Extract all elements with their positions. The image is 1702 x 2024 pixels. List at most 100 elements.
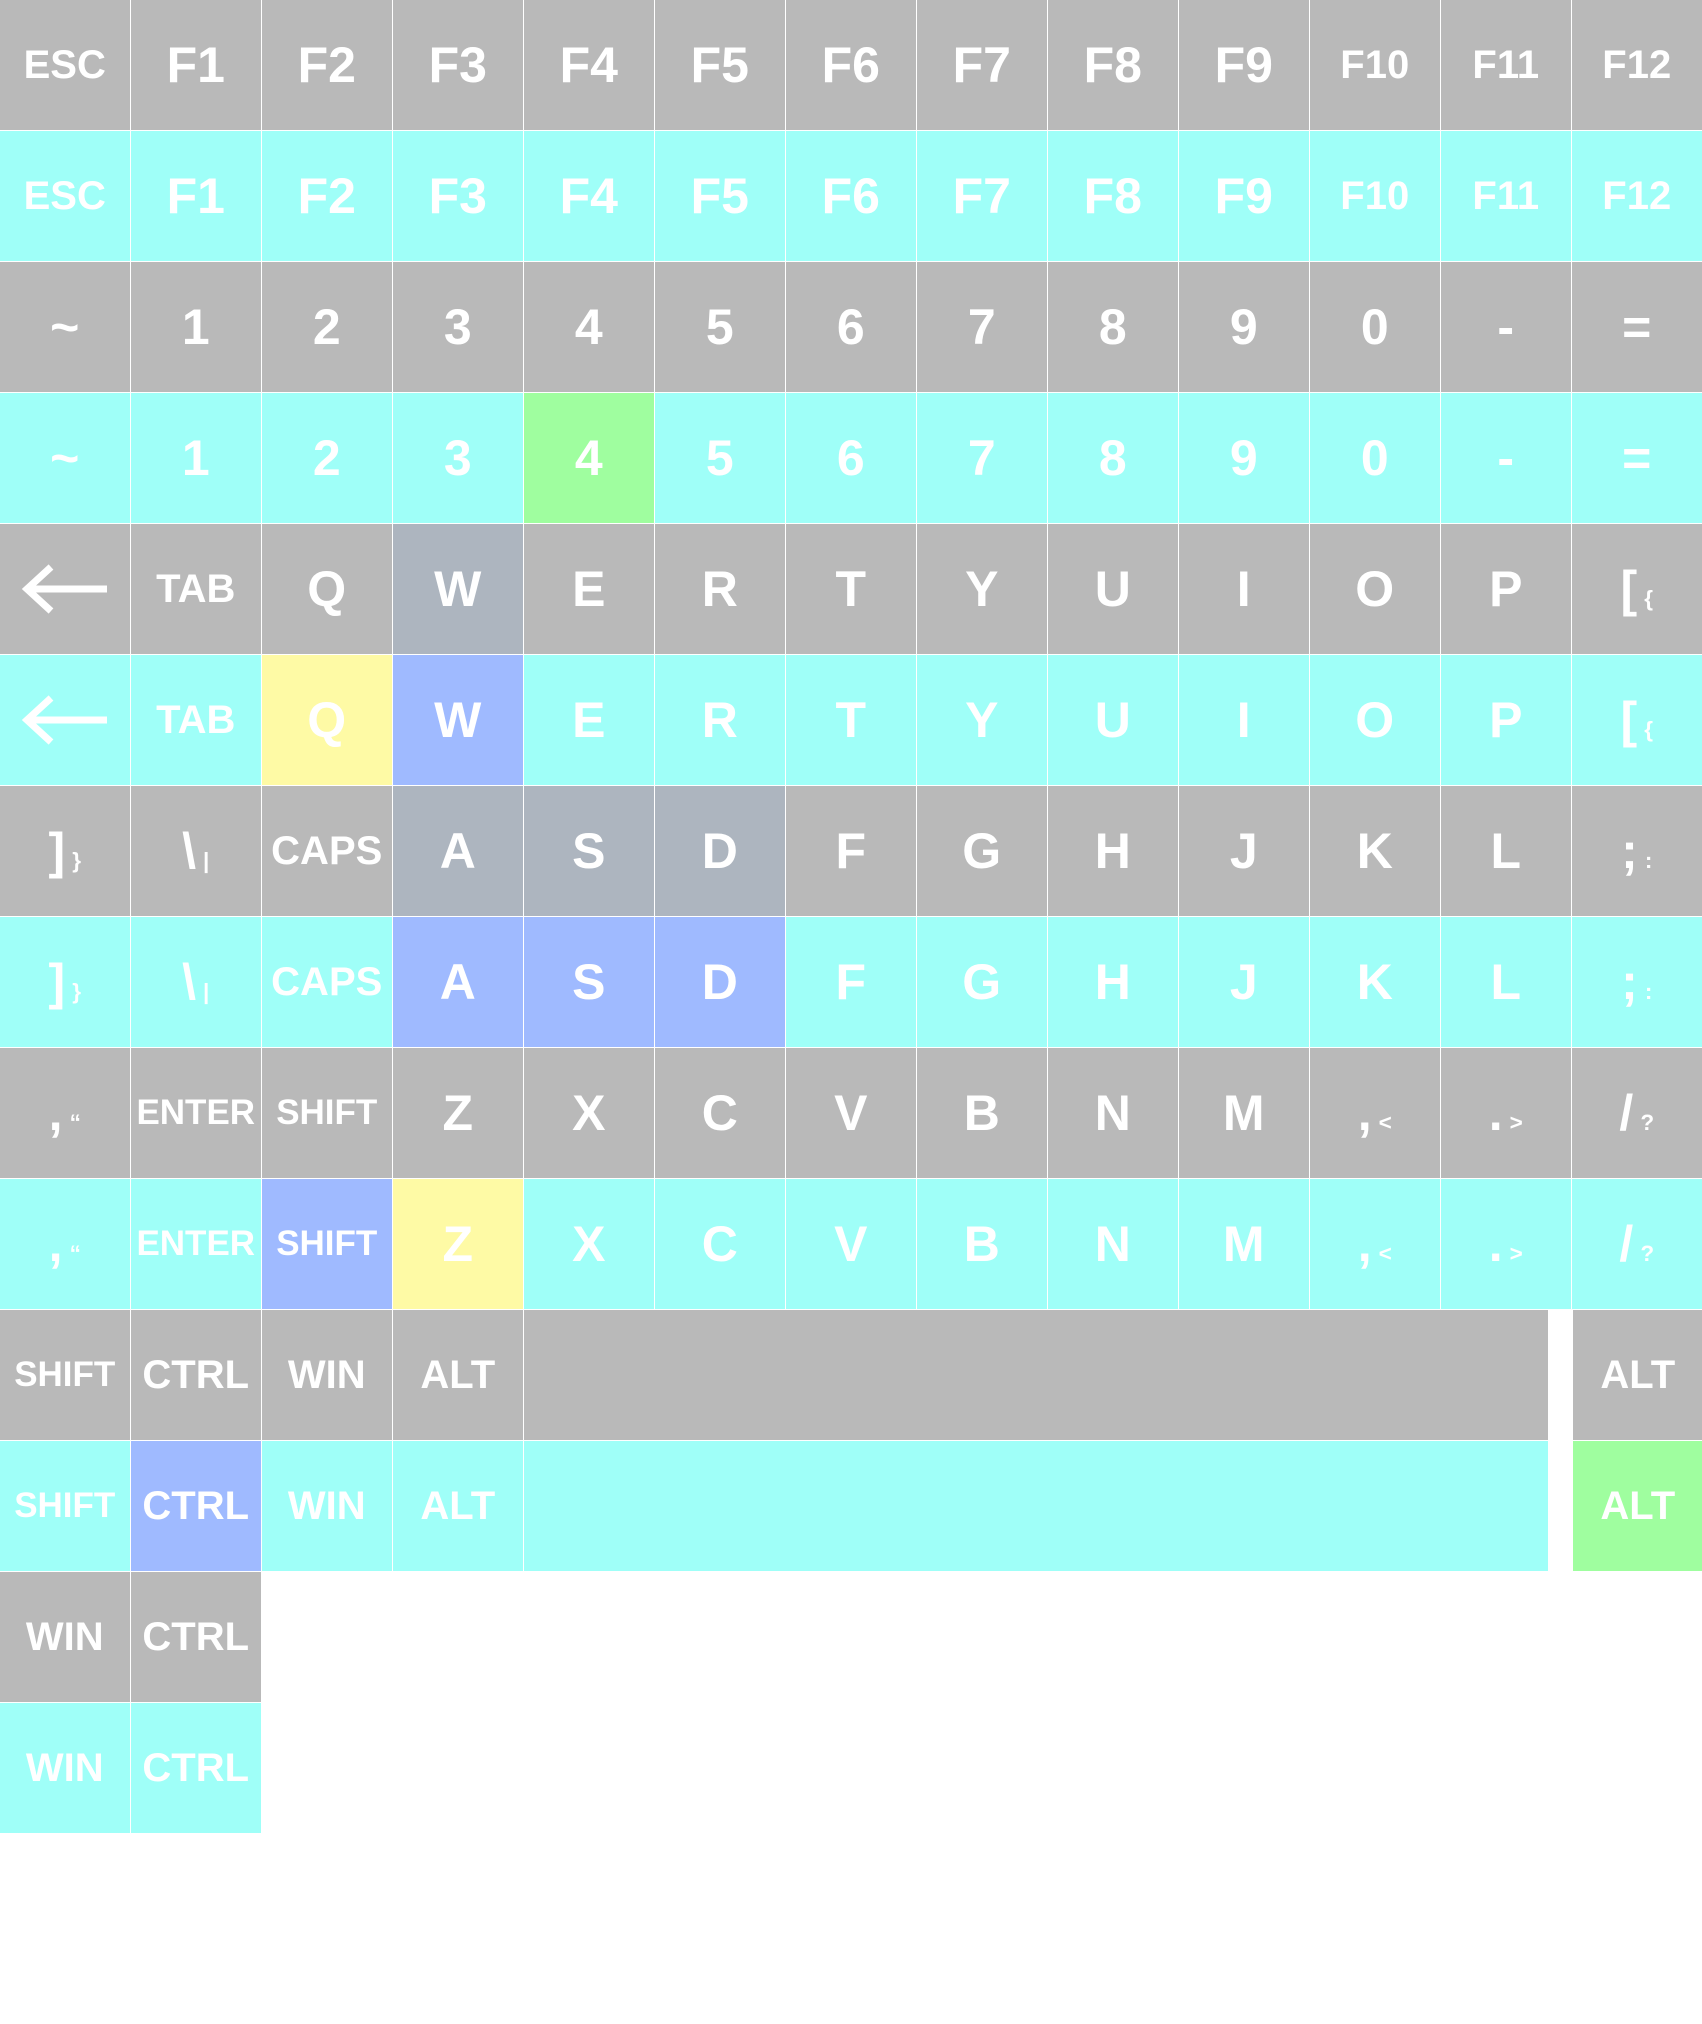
key-h[interactable]: H (1048, 917, 1178, 1047)
key-p[interactable]: P (1441, 524, 1571, 654)
key-9[interactable]: 9 (1179, 262, 1309, 392)
key-f9[interactable]: F9 (1179, 0, 1309, 130)
key-minus[interactable]: - (1441, 393, 1571, 523)
key-tilde[interactable]: ~ (0, 393, 130, 523)
key-d[interactable]: D (655, 917, 785, 1047)
key-enter[interactable]: ENTER (131, 1048, 261, 1178)
key-s[interactable]: S (524, 917, 654, 1047)
key-caps[interactable]: CAPS (262, 917, 392, 1047)
key-b[interactable]: B (917, 1179, 1047, 1309)
key-i[interactable]: I (1179, 655, 1309, 785)
key-u[interactable]: U (1048, 524, 1178, 654)
key-p[interactable]: P (1441, 655, 1571, 785)
key-v[interactable]: V (786, 1048, 916, 1178)
key-f5[interactable]: F5 (655, 131, 785, 261)
key-bracket-left[interactable]: [{ (1572, 524, 1702, 654)
key-win[interactable]: WIN (262, 1441, 392, 1571)
key-tab[interactable]: TAB (131, 655, 261, 785)
key-y[interactable]: Y (917, 524, 1047, 654)
key-f4[interactable]: F4 (524, 0, 654, 130)
key-x[interactable]: X (524, 1179, 654, 1309)
key-space[interactable] (524, 1310, 1548, 1440)
key-0[interactable]: 0 (1310, 262, 1440, 392)
key-f5[interactable]: F5 (655, 0, 785, 130)
key-f2[interactable]: F2 (262, 131, 392, 261)
key-1[interactable]: 1 (131, 393, 261, 523)
key-d[interactable]: D (655, 786, 785, 916)
key-l[interactable]: L (1441, 786, 1571, 916)
key-x[interactable]: X (524, 1048, 654, 1178)
key-k[interactable]: K (1310, 786, 1440, 916)
key-shift[interactable]: SHIFT (262, 1179, 392, 1309)
key-semicolon[interactable]: ;: (1572, 917, 1702, 1047)
key-v[interactable]: V (786, 1179, 916, 1309)
key-ctrl[interactable]: CTRL (131, 1310, 261, 1440)
key-win[interactable]: WIN (262, 1310, 392, 1440)
key-f3[interactable]: F3 (393, 0, 523, 130)
key-alt[interactable]: ALT (1573, 1441, 1702, 1571)
key-h[interactable]: H (1048, 786, 1178, 916)
key-q[interactable]: Q (262, 655, 392, 785)
key-f7[interactable]: F7 (917, 0, 1047, 130)
key-1[interactable]: 1 (131, 262, 261, 392)
key-esc[interactable]: ESC (0, 0, 130, 130)
key-7[interactable]: 7 (917, 262, 1047, 392)
key-semicolon[interactable]: ;: (1572, 786, 1702, 916)
key-alt[interactable]: ALT (1573, 1310, 1702, 1440)
key-t[interactable]: T (786, 655, 916, 785)
key-4[interactable]: 4 (524, 262, 654, 392)
key-g[interactable]: G (917, 786, 1047, 916)
key-z[interactable]: Z (393, 1179, 523, 1309)
key-j[interactable]: J (1179, 917, 1309, 1047)
key-l[interactable]: L (1441, 917, 1571, 1047)
key-8[interactable]: 8 (1048, 393, 1178, 523)
key-3[interactable]: 3 (393, 262, 523, 392)
key-3[interactable]: 3 (393, 393, 523, 523)
key-f8[interactable]: F8 (1048, 0, 1178, 130)
key-ctrl[interactable]: CTRL (131, 1441, 261, 1571)
key-f4[interactable]: F4 (524, 131, 654, 261)
key-n[interactable]: N (1048, 1179, 1178, 1309)
key-c[interactable]: C (655, 1048, 785, 1178)
key-shift[interactable]: SHIFT (0, 1441, 130, 1571)
key-f[interactable]: F (786, 786, 916, 916)
key-f3[interactable]: F3 (393, 131, 523, 261)
key-tilde[interactable]: ~ (0, 262, 130, 392)
key-r[interactable]: R (655, 655, 785, 785)
key-7[interactable]: 7 (917, 393, 1047, 523)
key-z[interactable]: Z (393, 1048, 523, 1178)
key-e[interactable]: E (524, 524, 654, 654)
key-period[interactable]: . > (1441, 1179, 1571, 1309)
key-j[interactable]: J (1179, 786, 1309, 916)
key-slash[interactable]: /? (1572, 1179, 1702, 1309)
key-n[interactable]: N (1048, 1048, 1178, 1178)
key-slash[interactable]: /? (1572, 1048, 1702, 1178)
key-a[interactable]: A (393, 917, 523, 1047)
key-comma[interactable]: , < (1310, 1048, 1440, 1178)
key-f8[interactable]: F8 (1048, 131, 1178, 261)
key-f9[interactable]: F9 (1179, 131, 1309, 261)
key-f6[interactable]: F6 (786, 0, 916, 130)
key-r[interactable]: R (655, 524, 785, 654)
key-shift[interactable]: SHIFT (262, 1048, 392, 1178)
key-minus[interactable]: - (1441, 262, 1571, 392)
key-f7[interactable]: F7 (917, 131, 1047, 261)
key-s[interactable]: S (524, 786, 654, 916)
key-5[interactable]: 5 (655, 393, 785, 523)
key-f11[interactable]: F11 (1441, 0, 1571, 130)
key-bracket-right[interactable]: ]} (0, 917, 130, 1047)
key-alt[interactable]: ALT (393, 1310, 523, 1440)
key-win[interactable]: WIN (0, 1703, 130, 1833)
key-5[interactable]: 5 (655, 262, 785, 392)
key-comma[interactable]: , “ (0, 1048, 130, 1178)
key-equals[interactable]: = (1572, 262, 1702, 392)
key-space[interactable] (524, 1441, 1548, 1571)
key-g[interactable]: G (917, 917, 1047, 1047)
key-tab[interactable]: TAB (131, 524, 261, 654)
key-shift[interactable]: SHIFT (0, 1310, 130, 1440)
key-f10[interactable]: F10 (1310, 131, 1440, 261)
key-f1[interactable]: F1 (131, 0, 261, 130)
key-w[interactable]: W (393, 655, 523, 785)
key-2[interactable]: 2 (262, 393, 392, 523)
key-backspace[interactable] (0, 524, 130, 654)
